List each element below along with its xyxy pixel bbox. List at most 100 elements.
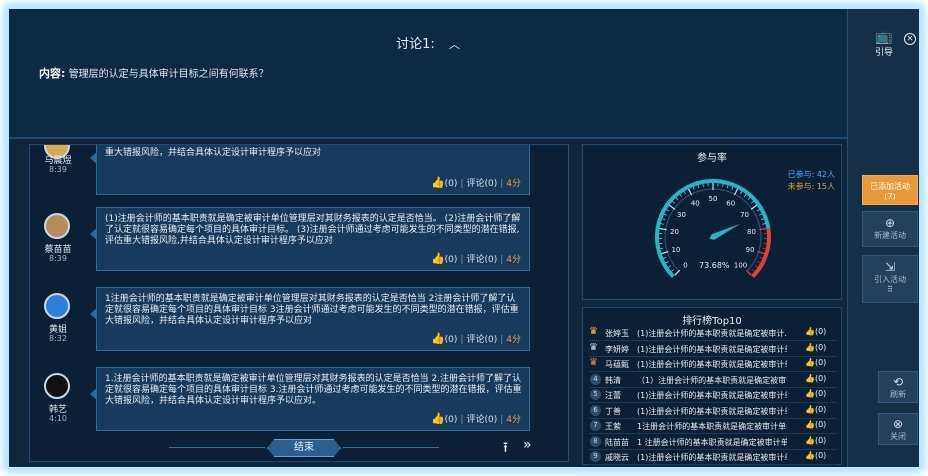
- gauge-tick: [731, 186, 734, 190]
- new-activity-button[interactable]: ⊕ 新建活动: [862, 211, 918, 247]
- thumbs-up-icon[interactable]: 👍: [431, 176, 445, 189]
- table-row[interactable]: 4 韩清 （1）注册会计师的基本职责就是确定被审计... 👍(0): [589, 373, 837, 388]
- table-row[interactable]: 6 丁善 (1)注册会计师的基本职责就是确定被审计单位... 👍(0): [589, 404, 837, 419]
- answer-list[interactable]: 马晨煜 8:39 重大错报风险，并结合具体认定设计审计程序予以应对 👍(0) | 评…: [29, 144, 569, 462]
- like-count: (0): [444, 335, 458, 345]
- list-item: 韩艺 4:10 1.注册会计师的基本职责就是确定被审计单位管理层对其财务报表的认…: [30, 367, 568, 443]
- thumbs-up-icon[interactable]: 👍: [431, 332, 445, 345]
- rank-answer-text: (1)注册会计师的基本职责就是确定被审计单...: [637, 360, 787, 369]
- rank-user-name: 汪蕾: [605, 391, 621, 400]
- scroll-top-icon[interactable]: ⭱: [503, 437, 508, 461]
- rank-answer-text: 1 注册会计师的基本职责就是确定被审计单...: [637, 437, 787, 447]
- discussion-title[interactable]: 讨论1: ︿: [9, 33, 847, 52]
- gauge-tick-label: 30: [677, 211, 686, 219]
- grid-icon: ⠿: [887, 285, 893, 294]
- thumbs-up-icon[interactable]: 👍: [431, 412, 445, 425]
- answer-meta: 👍(0) | 评论(0) | 4分: [430, 412, 521, 425]
- gauge-tick-label: 50: [709, 195, 718, 203]
- rank-answer-text: (1)注册会计师的基本职责就是确定被审计...: [637, 329, 787, 338]
- close-button[interactable]: ⊗ 关闭: [878, 413, 918, 445]
- gauge-tick: [702, 183, 704, 187]
- discussion-area: 讨论1: ︿ 内容: 管理层的认定与具体审计目标之间有何联系？ 马晨煜 8:39…: [9, 9, 847, 467]
- answer-bubble: 1注册会计师的基本职责就是确定被审计单位管理层对其财务报表的认定是否恰当 2注册…: [90, 287, 530, 351]
- table-row[interactable]: ♛ 马蕴甄 (1)注册会计师的基本职责就是确定被审计单... 👍(0): [589, 357, 837, 372]
- thumbs-up-icon[interactable]: 👍: [805, 358, 815, 367]
- guide-button[interactable]: 📺 引导: [860, 29, 908, 58]
- comment-link[interactable]: 评论(0): [466, 335, 497, 345]
- gauge-tick: [683, 191, 686, 195]
- thumbs-up-icon[interactable]: 👍: [805, 343, 815, 352]
- like-count: (0): [444, 415, 458, 425]
- comment-link[interactable]: 评论(0): [466, 255, 497, 265]
- import-activity-button[interactable]: ⇲ 引入活动 ⠿: [862, 255, 918, 303]
- rank-like-count: (0): [814, 435, 827, 445]
- table-row[interactable]: 5 汪蕾 (1)注册会计师的基本职责就是确定被审计单位... 👍(0): [589, 388, 837, 403]
- rank-answer-text: 1注册会计师的基本职责就是确定被审计单位...: [637, 422, 787, 431]
- thumbs-up-icon[interactable]: 👍: [805, 389, 815, 398]
- rank-like: 👍(0): [805, 451, 826, 460]
- comment-link[interactable]: 评论(0): [466, 415, 497, 425]
- rank-user-name: 马蕴甄: [605, 360, 629, 369]
- rank-number: 7: [590, 420, 601, 431]
- rank-user-name: 李妍婷: [605, 344, 629, 354]
- gauge-tick-label: 70: [740, 211, 749, 219]
- rank-user-name: 陆苗苗: [605, 437, 629, 447]
- table-row[interactable]: 9 戚晓云 (1)注册会计师的基本职责就是确定被审计单... 👍(0): [589, 450, 837, 465]
- rank-answer-text: (1)注册会计师的基本职责就是确定被审计单位...: [637, 406, 787, 416]
- close-icon[interactable]: ✕: [904, 33, 916, 45]
- rank-answer-text: (1)注册会计师的基本职责就是确定被审计单位...: [637, 391, 787, 400]
- answer-text: 1注册会计师的基本职责就是确定被审计单位管理层对其财务报表的认定是否恰当 2注册…: [105, 294, 519, 326]
- table-row[interactable]: ♛ 张婷玉 (1)注册会计师的基本职责就是确定被审计... 👍(0): [589, 326, 837, 341]
- added-activities-button[interactable]: 已添加活动 (7): [862, 175, 918, 205]
- gauge-tick: [675, 197, 679, 201]
- rank-answer-text: (1)注册会计师的基本职责就是确定被审计单...: [637, 453, 787, 462]
- rank-like-count: (0): [814, 404, 827, 414]
- rank-number: 5: [590, 389, 601, 400]
- score: 4分: [506, 255, 521, 265]
- gauge-tick: [660, 223, 664, 225]
- thumbs-up-icon[interactable]: 👍: [805, 327, 815, 336]
- import-icon: ⇲: [884, 260, 896, 274]
- answer-bubble: (1)注册会计师的基本职责就是确定被审计单位管理层对其财务报表的认定是否恰当。 …: [90, 207, 530, 271]
- rank-like: 👍(0): [805, 374, 826, 383]
- end-button[interactable]: 结束: [267, 439, 341, 457]
- table-row[interactable]: 7 王萦 1注册会计师的基本职责就是确定被审计单位... 👍(0): [589, 419, 837, 434]
- thumbs-up-icon[interactable]: 👍: [431, 252, 445, 265]
- gauge-tick: [740, 191, 743, 195]
- thumbs-up-icon[interactable]: 👍: [805, 374, 815, 383]
- next-page-icon[interactable]: »: [523, 437, 532, 453]
- plus-icon: ⊕: [884, 216, 896, 230]
- answer-text: 重大错报风险，并结合具体认定设计审计程序予以应对: [105, 148, 322, 158]
- gauge-tick-label: 10: [671, 246, 680, 254]
- gauge-tick: [750, 204, 758, 210]
- participation-title: 参与率: [697, 153, 727, 164]
- gauge-tick: [679, 194, 682, 197]
- gauge-tick: [744, 194, 747, 197]
- collapse-chevron-icon[interactable]: ︿: [449, 36, 460, 52]
- rank-answer-text: （1）注册会计师的基本职责就是确定被审计...: [637, 375, 787, 385]
- crown-icon: ♛: [589, 341, 598, 353]
- new-label: 新建活动: [874, 231, 906, 240]
- gauge-tick: [663, 256, 667, 259]
- thumbs-up-icon[interactable]: 👍: [805, 436, 815, 445]
- thumbs-up-icon[interactable]: 👍: [805, 405, 815, 414]
- thumbs-up-icon[interactable]: 👍: [805, 420, 815, 429]
- rank-like-count: (0): [814, 342, 827, 352]
- gauge-tick: [666, 209, 670, 212]
- thumbs-up-icon[interactable]: 👍: [805, 451, 815, 460]
- refresh-button[interactable]: ⟲ 刷新: [878, 371, 918, 403]
- table-row[interactable]: ♛ 李妍婷 (1)注册会计师的基本职责就是确定被审计单... 👍(0): [589, 342, 837, 357]
- post-time: 8:39: [49, 254, 67, 263]
- gauge-tick-label: 60: [726, 199, 735, 207]
- gauge-tick-label: 90: [746, 246, 755, 254]
- answer-meta: 👍(0) | 评论(0) | 4分: [430, 252, 521, 265]
- gauge-tick: [747, 197, 751, 201]
- rank-number: 9: [590, 451, 601, 462]
- crown-icon: ♛: [589, 357, 598, 368]
- rank-like-count: (0): [814, 358, 827, 367]
- post-time: 4:10: [49, 414, 67, 423]
- comment-link[interactable]: 评论(0): [466, 179, 497, 189]
- gauge-tick-label: 80: [747, 228, 756, 236]
- table-row[interactable]: 8 陆苗苗 1 注册会计师的基本职责就是确定被审计单... 👍(0): [589, 435, 837, 450]
- rank-like: 👍(0): [805, 436, 826, 445]
